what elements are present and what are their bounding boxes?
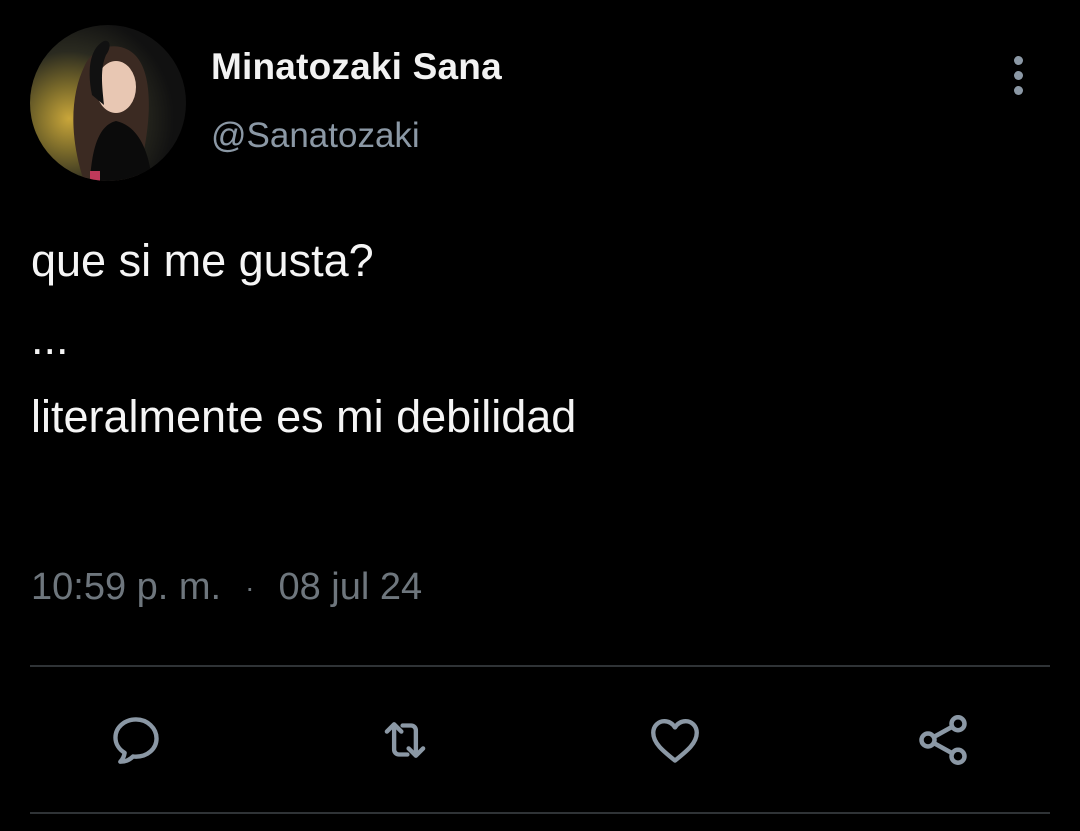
retweet-icon <box>384 722 426 758</box>
heart-icon <box>651 718 699 763</box>
like-button[interactable] <box>645 710 705 770</box>
tweet-date[interactable]: 08 jul 24 <box>278 566 422 609</box>
divider <box>30 665 1050 667</box>
share-button[interactable] <box>913 710 973 770</box>
retweet-button[interactable] <box>375 710 435 770</box>
share-icon <box>919 715 967 765</box>
tweet-line: que si me gusta? <box>31 235 374 286</box>
reply-icon <box>113 717 159 764</box>
more-options-button[interactable] <box>996 52 1040 98</box>
avatar[interactable] <box>30 25 186 181</box>
tweet-time[interactable]: 10:59 p. m. <box>31 566 221 609</box>
author-display-name[interactable]: Minatozaki Sana <box>211 46 502 88</box>
reply-button[interactable] <box>106 710 166 770</box>
avatar-photo-icon <box>73 40 152 181</box>
tweet-line: literalmente es mi debilidad <box>31 391 577 442</box>
author-handle[interactable]: @Sanatozaki <box>211 116 420 156</box>
tweet-card: Minatozaki Sana @Sanatozaki que si me gu… <box>0 0 1080 831</box>
more-vertical-icon <box>1013 70 1023 80</box>
tweet-meta: 10:59 p. m. · 08 jul 24 <box>31 566 422 609</box>
bottom-divider <box>30 812 1050 814</box>
tweet-line: ... <box>31 313 69 364</box>
meta-separator: · <box>245 571 255 603</box>
more-vertical-icon <box>1013 55 1023 65</box>
more-vertical-icon <box>1013 85 1023 95</box>
tweet-text: que si me gusta?... literalmente es mi de… <box>31 222 576 456</box>
